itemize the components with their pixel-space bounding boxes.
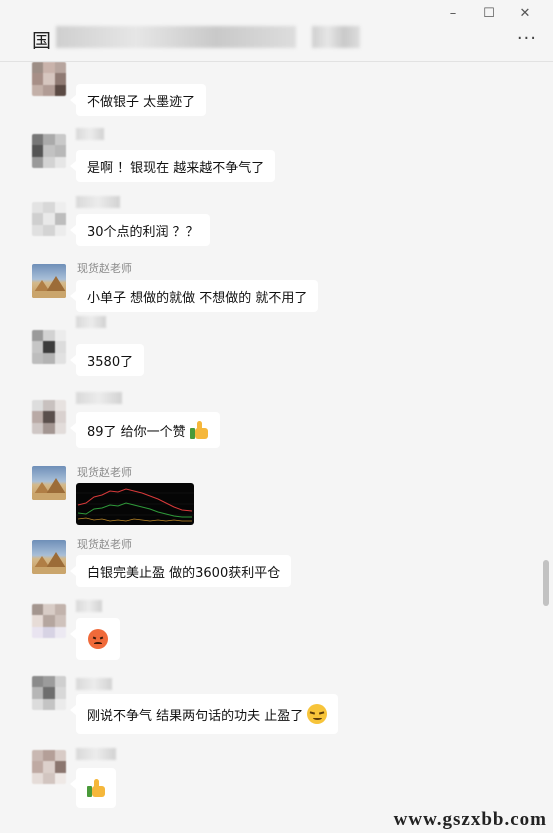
sender-name-redacted bbox=[76, 600, 102, 612]
message-text: 白银完美止盈 做的3600获利平仓 bbox=[87, 565, 281, 581]
message-text: 不做银子 太墨迹了 bbox=[87, 94, 196, 110]
minimize-button[interactable]: – bbox=[435, 4, 471, 22]
chat-message-list[interactable]: 不做银子 太墨迹了 是啊 ！银现在 越来越不争气了 30个点的利润 ？？ 现货赵… bbox=[0, 62, 553, 833]
message-bubble[interactable]: 是啊 ！银现在 越来越不争气了 bbox=[69, 150, 276, 182]
message-text: 小单子 想做的就做 不想做的 就不用了 bbox=[87, 290, 308, 306]
sender-name-redacted bbox=[76, 128, 104, 140]
sender-name: 现货赵老师 bbox=[77, 262, 132, 275]
message-text: 3580了 bbox=[87, 354, 134, 370]
avatar[interactable] bbox=[32, 202, 66, 236]
message-bubble[interactable]: 3580了 bbox=[69, 344, 145, 376]
avatar-sphinx[interactable] bbox=[32, 264, 66, 298]
chat-title-redacted bbox=[56, 26, 296, 48]
sender-name-redacted bbox=[76, 392, 122, 404]
message-bubble[interactable]: 89了 给你一个赞 bbox=[70, 412, 220, 448]
chat-title-redacted-2 bbox=[312, 26, 360, 48]
message-bubble[interactable]: 小单子 想做的就做 不想做的 就不用了 bbox=[69, 280, 319, 312]
window-controls: – ☐ ✕ bbox=[435, 4, 543, 22]
message-bubble[interactable]: 白银完美止盈 做的3600获利平仓 bbox=[69, 555, 292, 587]
avatar[interactable] bbox=[32, 134, 66, 168]
scrollbar-thumb[interactable] bbox=[543, 560, 549, 606]
sender-name-redacted bbox=[76, 196, 120, 208]
thumbs-up-icon bbox=[189, 420, 209, 440]
message-bubble[interactable] bbox=[70, 768, 116, 808]
avatar[interactable] bbox=[32, 604, 66, 638]
avatar[interactable] bbox=[32, 400, 66, 434]
message-bubble[interactable]: 不做银子 太墨迹了 bbox=[69, 84, 207, 116]
price-chart-thumbnail bbox=[76, 488, 194, 522]
more-options-button[interactable]: ··· bbox=[517, 28, 537, 49]
smirk-face-icon bbox=[307, 704, 328, 724]
site-watermark: www.gszxbb.com bbox=[393, 809, 547, 830]
message-text: 89了 给你一个赞 bbox=[87, 424, 186, 440]
avatar-sphinx[interactable] bbox=[32, 540, 66, 574]
sender-name: 现货赵老师 bbox=[77, 538, 132, 551]
message-bubble[interactable]: 30个点的利润 ？？ bbox=[70, 214, 210, 246]
message-text: 30个点的利润 ？？ bbox=[87, 224, 199, 240]
avatar[interactable] bbox=[32, 330, 66, 364]
sender-name-redacted bbox=[76, 316, 106, 328]
angry-face-icon bbox=[88, 629, 108, 649]
title-bar: 国 – ☐ ✕ ··· bbox=[0, 0, 553, 62]
message-bubble[interactable] bbox=[70, 618, 120, 660]
message-text: 刚说不争气 结果两句话的功夫 止盈了 bbox=[87, 708, 304, 724]
chat-title: 国 bbox=[32, 30, 52, 52]
message-text: 是啊 ！银现在 越来越不争气了 bbox=[87, 160, 265, 176]
avatar[interactable] bbox=[32, 750, 66, 784]
close-button[interactable]: ✕ bbox=[507, 4, 543, 22]
thumbs-up-icon bbox=[86, 778, 106, 798]
sender-name-redacted bbox=[76, 678, 112, 690]
maximize-button[interactable]: ☐ bbox=[471, 4, 507, 22]
avatar-sphinx[interactable] bbox=[32, 466, 66, 500]
message-bubble[interactable]: 刚说不争气 结果两句话的功夫 止盈了 bbox=[69, 694, 339, 734]
avatar[interactable] bbox=[32, 62, 66, 96]
sender-name-redacted bbox=[76, 748, 116, 760]
chart-image-message[interactable] bbox=[76, 483, 194, 525]
sender-name: 现货赵老师 bbox=[77, 466, 132, 479]
avatar[interactable] bbox=[32, 676, 66, 710]
